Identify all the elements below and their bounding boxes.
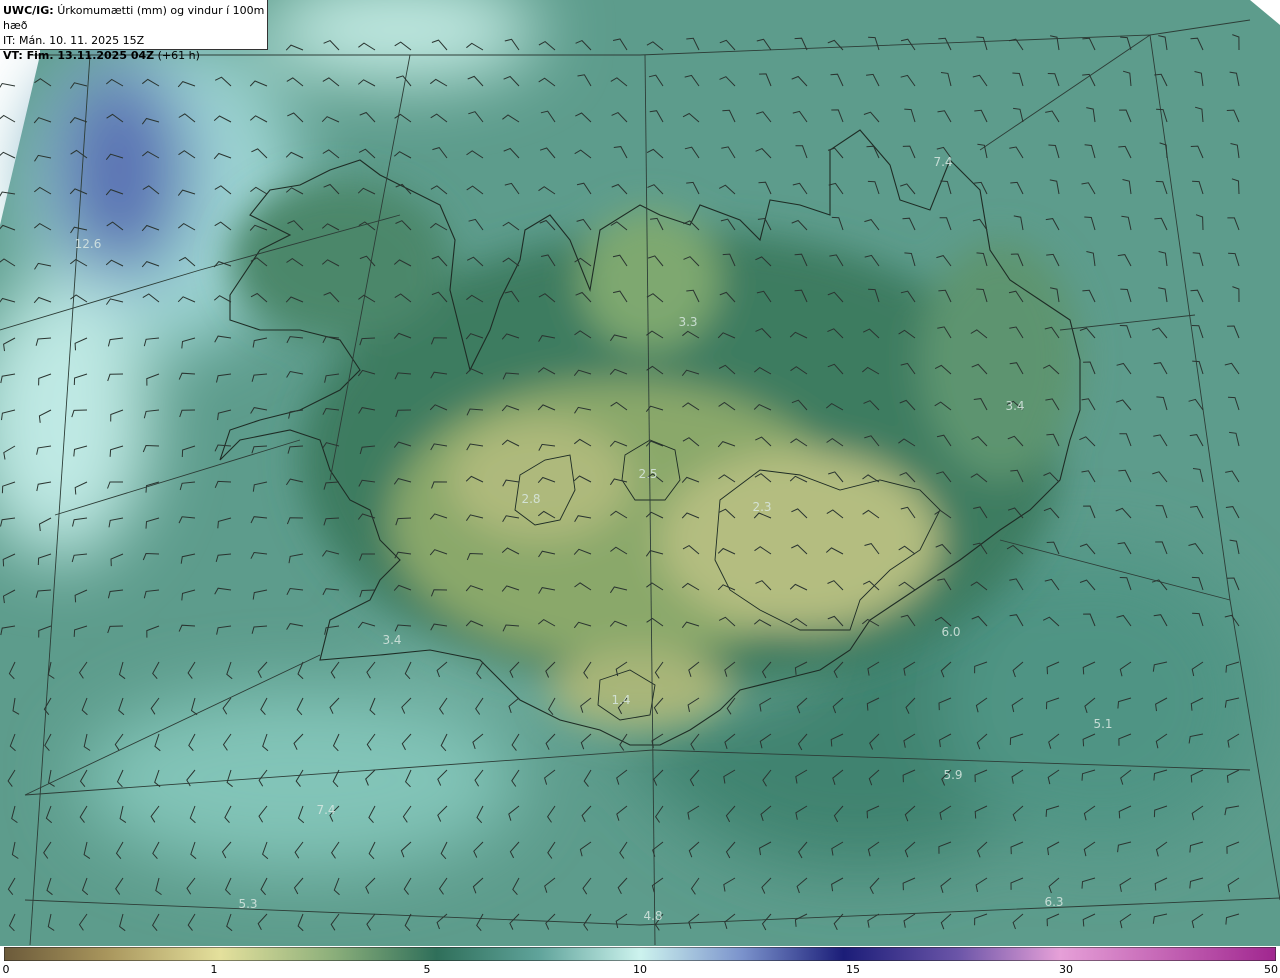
value-label: 12.6 (75, 237, 102, 251)
colorbar-tick: 50 (1264, 963, 1278, 976)
precipitation-map: 12.6 3.3 7.4 3.4 2.5 2.8 2.3 3.4 6.0 1.4… (0, 0, 1280, 946)
valid-offset: (+61 h) (157, 49, 200, 62)
colorbar (4, 947, 1276, 961)
value-label: 2.8 (521, 492, 540, 506)
value-label: 7.4 (933, 155, 952, 169)
value-label: 5.1 (1093, 717, 1112, 731)
value-label: 5.3 (238, 897, 257, 911)
colorbar-tick: 10 (633, 963, 647, 976)
value-label: 6.0 (941, 625, 960, 639)
colorbar-tick: 30 (1059, 963, 1073, 976)
valid-time: VT: Fim. 13.11.2025 04Z (3, 49, 155, 62)
value-label: 1.4 (611, 693, 630, 707)
value-label: 7.4 (316, 803, 335, 817)
init-time: IT: Mán. 10. 11. 2025 15Z (3, 34, 145, 47)
colorbar-tick: 1 (210, 963, 218, 976)
title-line: UWC/IG: Úrkomumætti (mm) og vindur í 100… (3, 3, 267, 33)
value-label: 4.8 (643, 909, 662, 923)
colorbar-tick: 0 (2, 963, 10, 976)
value-label: 3.4 (1005, 399, 1024, 413)
value-label: 5.9 (943, 768, 962, 782)
value-label: 2.3 (752, 500, 771, 514)
map-title-box: UWC/IG: Úrkomumætti (mm) og vindur í 100… (0, 0, 268, 62)
model-name: UWC/IG: (3, 4, 54, 17)
value-label: 3.3 (678, 315, 697, 329)
colorbar-legend: 0 1 5 10 15 30 50 (0, 946, 1280, 978)
value-label: 3.4 (382, 633, 401, 647)
colorbar-tick: 15 (846, 963, 860, 976)
value-label: 6.3 (1044, 895, 1063, 909)
valid-time-line: VT: Fim. 13.11.2025 04Z (+61 h) (3, 48, 267, 63)
value-label: 2.5 (638, 467, 657, 481)
colorbar-tick: 5 (423, 963, 431, 976)
